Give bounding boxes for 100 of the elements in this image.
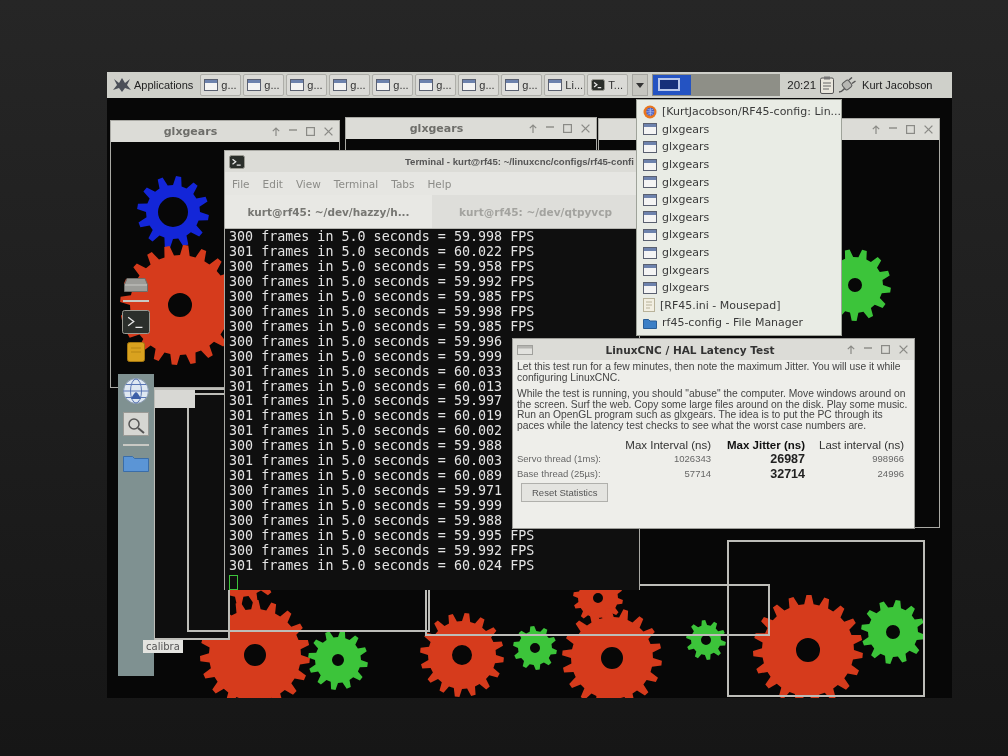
row-label: Servo thread (1ms): xyxy=(517,452,602,466)
menu-item[interactable]: glxgears xyxy=(637,226,841,244)
window-icon xyxy=(290,79,305,91)
table-cell-text: 32714 xyxy=(769,466,805,481)
menu-item[interactable]: glxgears xyxy=(637,208,841,227)
window-icon xyxy=(643,281,657,294)
menu-item[interactable]: [KurtJacobson/RF45-config: Lin... xyxy=(637,103,841,121)
menu-item[interactable]: glxgears xyxy=(637,155,841,174)
menu-item[interactable]: glxgears xyxy=(637,278,841,297)
terminal-line: 301 frames in 5.0 seconds = 60.019 xyxy=(229,409,503,424)
window-icon xyxy=(643,193,657,206)
task-button[interactable]: g... xyxy=(415,74,457,96)
terminal-line: 301 frames in 5.0 seconds = 60.013 xyxy=(229,379,503,394)
maximize-icon[interactable] xyxy=(906,125,915,134)
task-button[interactable]: g... xyxy=(458,74,500,96)
terminal-line: 300 frames in 5.0 seconds = 59.995 FPS xyxy=(229,529,535,544)
globe-icon xyxy=(643,104,657,119)
table-cell-text: 26987 xyxy=(769,451,805,466)
note-icon xyxy=(127,342,145,362)
drive-icon xyxy=(124,278,148,292)
window-icon[interactable] xyxy=(517,344,533,355)
window-icon xyxy=(643,211,657,224)
window-icon xyxy=(548,79,563,91)
magnifier-icon[interactable] xyxy=(123,412,149,436)
folder-icon xyxy=(643,316,657,329)
close-icon[interactable] xyxy=(324,127,333,136)
tooltip: calibra xyxy=(143,640,183,653)
clock[interactable]: 20:21 xyxy=(787,79,817,91)
applications-button[interactable]: Applications xyxy=(110,74,197,96)
menu-item[interactable]: glxgears xyxy=(637,243,841,262)
maximize-icon[interactable] xyxy=(306,127,315,136)
window-icon xyxy=(643,264,657,277)
task-button[interactable]: g... xyxy=(200,74,242,96)
terminal-cursor xyxy=(229,574,238,590)
task-button[interactable]: g... xyxy=(501,74,543,96)
logo-icon xyxy=(113,77,131,93)
task-button[interactable]: g... xyxy=(329,74,371,96)
terminal-line: 301 frames in 5.0 seconds = 60.022 FPS xyxy=(229,244,535,260)
window-title: LinuxCNC / HAL Latency Test xyxy=(605,343,775,356)
window-icon xyxy=(505,79,520,91)
column-header: Max Jitter (ns) xyxy=(726,438,805,451)
workspace-pager[interactable] xyxy=(652,74,781,96)
task-button[interactable]: T... xyxy=(587,74,629,96)
task-button[interactable]: g... xyxy=(243,74,285,96)
terminal-line: 301 frames in 5.0 seconds = 60.003 xyxy=(229,454,503,469)
menu-item[interactable]: glxgears xyxy=(637,138,841,156)
terminal-line: 301 frames in 5.0 seconds = 60.002 xyxy=(229,424,503,439)
table-cell-text: 57714 xyxy=(683,467,711,481)
menu-item[interactable]: glxgears xyxy=(637,261,841,279)
task-button[interactable]: g... xyxy=(372,74,414,96)
menu-item[interactable]: [RF45.ini - Mousepad] xyxy=(637,296,841,315)
terminal-line: 300 frames in 5.0 seconds = 59.992 FPS xyxy=(229,274,535,290)
terminal-line: 300 frames in 5.0 seconds = 59.999 xyxy=(229,499,503,514)
gear-drawing xyxy=(513,626,557,670)
window-icon xyxy=(643,123,657,136)
gear-drawing xyxy=(686,620,726,660)
menu-item[interactable]: rf45-config - File Manager xyxy=(637,314,841,332)
user-menu[interactable]: Kurt Jacobson xyxy=(860,79,935,91)
window-list-button[interactable] xyxy=(632,74,649,96)
arrow-up-icon[interactable] xyxy=(847,345,855,354)
terminal-line: 300 frames in 5.0 seconds = 59.998 FPS xyxy=(229,304,535,320)
window-icon xyxy=(204,79,219,91)
terminal-line: 300 frames in 5.0 seconds = 59.985 FPS xyxy=(229,289,535,305)
maximize-icon[interactable] xyxy=(563,124,572,133)
menu-item[interactable]: glxgears xyxy=(637,173,841,191)
window-title: glxgears xyxy=(163,125,218,138)
task-button[interactable]: g... xyxy=(286,74,328,96)
maximize-icon[interactable] xyxy=(881,345,890,354)
window-icon xyxy=(462,79,477,91)
table-cell-text: 24996 xyxy=(876,467,904,481)
close-icon[interactable] xyxy=(581,124,590,133)
close-icon[interactable] xyxy=(899,345,908,354)
window-icon xyxy=(643,176,657,189)
table-cell-text: 998966 xyxy=(871,452,904,466)
window-icon xyxy=(643,141,657,153)
terminal-tab[interactable]: kurt@rf45: ~/dev/hazzy/h... xyxy=(225,195,432,228)
folder-icon[interactable] xyxy=(123,454,149,472)
arrow-up-icon[interactable] xyxy=(529,124,537,133)
terminal-line: 300 frames in 5.0 seconds = 59.985 FPS xyxy=(229,319,535,335)
terminal-line: 300 frames in 5.0 seconds = 59.999 xyxy=(229,349,503,365)
window-title: Terminal - kurt@rf45: ~/linuxcnc/configs/rf45-confi xyxy=(404,156,634,167)
column-header: Max Interval (ns) xyxy=(624,438,711,451)
close-icon[interactable] xyxy=(924,125,933,134)
globe-icon[interactable] xyxy=(123,378,149,404)
terminal-icon xyxy=(229,154,245,169)
menu-item[interactable]: glxgears xyxy=(637,120,841,139)
terminal-line: 300 frames in 5.0 seconds = 59.988 xyxy=(229,439,503,454)
reset-button[interactable]: Reset Statistics xyxy=(521,482,609,502)
task-button[interactable]: Li... xyxy=(544,74,586,96)
title-bar xyxy=(155,390,195,408)
clipboard-icon[interactable] xyxy=(820,76,835,94)
window-icon xyxy=(643,228,657,241)
arrow-up-icon[interactable] xyxy=(272,127,280,136)
terminal-line: 301 frames in 5.0 seconds = 59.997 xyxy=(229,394,503,409)
row-label: Base thread (25µs): xyxy=(517,467,602,481)
caret-icon xyxy=(636,82,645,88)
arrow-up-icon[interactable] xyxy=(872,125,880,134)
window-icon xyxy=(643,246,657,259)
menu-item[interactable]: glxgears xyxy=(637,190,841,209)
terminal-icon xyxy=(122,310,150,334)
